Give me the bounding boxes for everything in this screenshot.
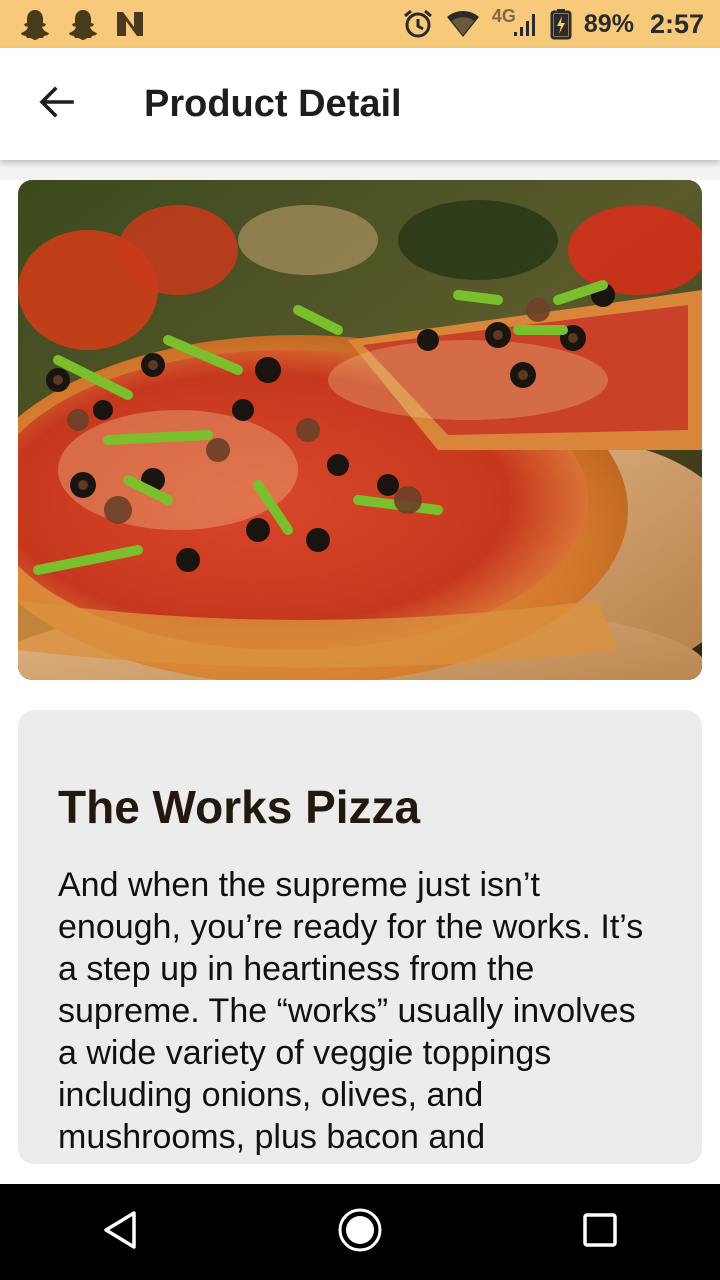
snapchat-icon [18, 7, 52, 41]
alarm-icon [402, 8, 434, 40]
content-top-strip [0, 160, 720, 180]
snapchat-icon [66, 7, 100, 41]
signal-icon: 4G [492, 6, 538, 38]
battery-percent: 89% [583, 9, 634, 38]
status-bar: 4G 89% 2:57 [0, 0, 720, 48]
wifi-icon [446, 10, 480, 38]
content-area[interactable]: The Works Pizza And when the supreme jus… [0, 160, 720, 1184]
nav-home-button[interactable] [312, 1184, 408, 1280]
nav-back-button[interactable] [72, 1184, 168, 1280]
square-recents-icon [582, 1212, 618, 1253]
notification-icons [18, 7, 146, 41]
page-title: Product Detail [144, 82, 402, 125]
battery-charging-icon [550, 8, 572, 40]
product-name: The Works Pizza [58, 781, 421, 833]
clock-time: 2:57 [649, 8, 704, 39]
product-image [18, 180, 702, 680]
product-info-card: The Works Pizza And when the supreme jus… [18, 710, 702, 1164]
back-button[interactable] [26, 74, 86, 134]
triangle-back-icon [102, 1210, 138, 1255]
app-bar: Product Detail [0, 48, 720, 160]
product-description: And when the supreme just isn’t enough, … [58, 866, 644, 1156]
system-nav-bar [0, 1184, 720, 1280]
arrow-back-icon [38, 85, 74, 123]
network-label: 4G [491, 5, 516, 26]
n-app-icon [114, 9, 146, 39]
circle-home-icon [337, 1207, 383, 1258]
nav-recents-button[interactable] [552, 1184, 648, 1280]
system-icons: 4G 89% 2:57 [402, 6, 704, 40]
